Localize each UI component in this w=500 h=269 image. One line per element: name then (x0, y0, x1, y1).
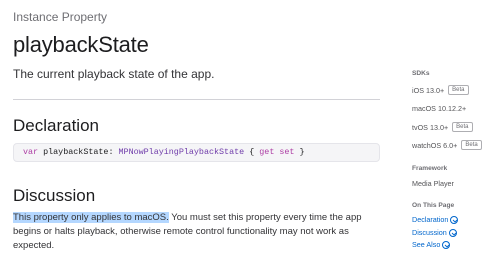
nav-link-label: See Also (412, 240, 441, 249)
code-type-link[interactable]: MPNowPlayingPlaybackState (119, 147, 245, 157)
code-brace-close: } (299, 147, 305, 157)
code-keyword-var: var (23, 147, 39, 157)
code-colon: : (108, 147, 114, 157)
sdk-name: watchOS 6.0+ (412, 140, 458, 150)
sdk-item-macos: macOS 10.12.2+ (412, 104, 466, 113)
declaration-heading: Declaration (13, 116, 99, 135)
code-keyword-get: get (259, 147, 275, 157)
sdk-name: iOS 13.0+ (412, 85, 445, 95)
sdks-heading: SDKs (412, 70, 430, 77)
abstract-text: The current playback state of the app. (13, 67, 215, 81)
nav-link-discussion[interactable]: Discussion (412, 228, 457, 237)
discussion-heading: Discussion (13, 186, 96, 205)
framework-name: Media Player (412, 179, 454, 188)
highlighted-text: This property only applies to macOS. (13, 212, 169, 223)
code-brace-open: { (249, 147, 255, 157)
sdk-item-watchos: watchOS 6.0+ Beta (412, 140, 482, 150)
framework-heading: Framework (412, 165, 448, 172)
declaration-code: var playbackState: MPNowPlayingPlaybackS… (23, 147, 305, 157)
chevron-circle-down-icon (450, 215, 459, 224)
sdk-name: macOS 10.12.2+ (412, 104, 467, 113)
nav-link-see-also[interactable]: See Also (412, 240, 451, 249)
nav-link-label: Discussion (412, 228, 447, 237)
eyebrow-label: Instance Property (13, 10, 108, 24)
sdk-item-tvos: tvOS 13.0+ Beta (412, 122, 473, 132)
chevron-circle-down-icon (442, 240, 451, 249)
chevron-circle-down-icon (448, 228, 457, 237)
code-keyword-set: set (279, 147, 295, 157)
declaration-code-box: var playbackState: MPNowPlayingPlaybackS… (13, 143, 380, 162)
on-this-page-heading: On This Page (412, 202, 455, 209)
page-title: playbackState (13, 32, 149, 57)
beta-badge: Beta (452, 122, 473, 132)
sdk-name: tvOS 13.0+ (412, 122, 449, 132)
discussion-paragraph: This property only applies to macOS. You… (13, 211, 385, 253)
beta-badge: Beta (461, 140, 482, 150)
nav-link-declaration[interactable]: Declaration (412, 215, 459, 224)
beta-badge: Beta (448, 85, 469, 95)
code-property-name: playbackState (43, 147, 109, 157)
sdk-item-ios: iOS 13.0+ Beta (412, 85, 469, 95)
divider (13, 99, 380, 100)
nav-link-label: Declaration (412, 215, 449, 224)
